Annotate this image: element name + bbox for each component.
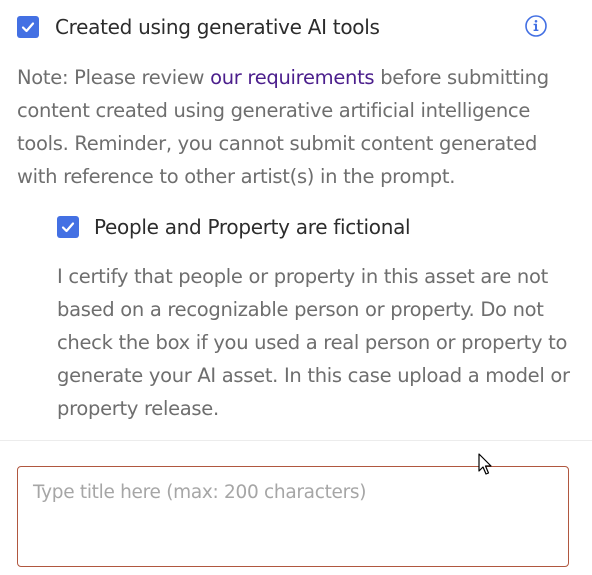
gen-ai-checkbox[interactable] [17,16,39,38]
gen-ai-note: Note: Please review our requirements bef… [17,61,577,193]
note-prefix: Note: Please review [17,66,211,89]
gen-ai-checkbox-row[interactable]: Created using generative AI tools [17,15,380,39]
info-icon[interactable] [524,14,548,38]
fictional-checkbox-row[interactable]: People and Property are fictional [57,215,411,239]
gen-ai-label: Created using generative AI tools [55,15,380,39]
mouse-pointer-icon [478,453,492,475]
checkmark-icon [21,22,35,33]
gen-ai-form: Created using generative AI tools Note: … [0,0,592,575]
divider [0,440,592,441]
fictional-label: People and Property are fictional [94,215,411,239]
fictional-checkbox[interactable] [57,216,79,238]
fictional-description: I certify that people or property in thi… [57,265,570,420]
title-input[interactable] [17,466,569,567]
requirements-link[interactable]: our requirements [210,66,374,89]
checkmark-icon [61,222,75,233]
